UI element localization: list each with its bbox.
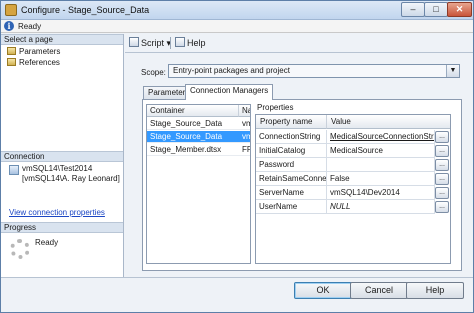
help-button[interactable]: Help [406,282,464,299]
column-header-name[interactable]: Name [239,105,250,117]
scope-value: Entry-point packages and project [173,66,290,75]
scope-dropdown[interactable]: Entry-point packages and project ▼ [168,64,460,78]
properties-grid[interactable]: Property name Value ConnectionString Med… [255,114,451,264]
ellipsis-button[interactable]: ... [435,173,449,185]
page-item-references[interactable]: References [7,58,60,68]
tab-connection-managers[interactable]: Connection Managers [185,84,274,100]
table-row-container[interactable]: Stage_Member.dtsx [147,144,239,156]
table-row-container-selected[interactable]: Stage_Source_Data [147,131,239,143]
progress-text: Ready [35,238,59,247]
cancel-button[interactable]: Cancel [350,282,408,299]
property-name[interactable]: UserName [256,200,327,214]
page-item-parameters[interactable]: Parameters [7,47,60,57]
column-header-value[interactable]: Value [327,115,450,129]
property-value[interactable] [327,158,435,172]
ssis-app-icon [5,4,17,16]
connection-header: Connection [1,151,123,162]
close-button[interactable]: ✕ [447,2,472,17]
property-name[interactable]: InitialCatalog [256,144,327,158]
property-value[interactable]: False [327,172,435,186]
property-value[interactable]: MedicalSourceConnectionString [327,130,435,144]
status-bar: i Ready [1,20,473,33]
footer-divider [1,277,473,278]
page-icon [7,47,16,55]
progress-header: Progress [1,222,123,233]
help-icon [175,37,185,47]
table-row-name[interactable]: vm [239,118,250,130]
ellipsis-button[interactable]: ... [435,187,449,199]
column-header-property-name[interactable]: Property name [256,115,327,129]
containers-grid[interactable]: Container Name Stage_Source_Data vm Stag… [146,104,251,264]
chevron-down-icon[interactable]: ▼ [446,65,459,77]
script-label: Script [141,38,165,48]
scope-label: Scope: [141,68,166,77]
minimize-button[interactable]: – [401,2,425,17]
toolbar-separator [170,37,171,49]
progress-spinner-icon [10,239,30,259]
ellipsis-button[interactable]: ... [435,201,449,213]
script-button[interactable]: Script ▾ [129,37,171,49]
property-name[interactable]: RetainSameConnec... [256,172,327,186]
property-name[interactable]: Password [256,158,327,172]
help-label: Help [187,38,206,48]
configure-dialog: Configure - Stage_Source_Data – □ ✕ i Re… [0,0,474,313]
column-header-container[interactable]: Container [147,105,239,117]
toolbar: Script ▾ Help [125,35,473,51]
window-title: Configure - Stage_Source_Data [21,5,150,15]
title-bar: Configure - Stage_Source_Data – □ ✕ [1,1,473,20]
view-connection-properties-link[interactable]: View connection properties [9,208,105,217]
property-value[interactable]: MedicalSource [327,144,435,158]
info-icon: i [4,21,14,31]
script-icon [129,37,139,47]
page-item-label: References [19,58,60,67]
help-toolbar-button[interactable]: Help [175,37,206,49]
select-page-header: Select a page [1,34,123,45]
maximize-button[interactable]: □ [424,2,448,17]
properties-label: Properties [257,103,294,112]
ellipsis-button[interactable]: ... [435,159,449,171]
page-icon [7,58,16,66]
property-name[interactable]: ConnectionString [256,130,327,144]
connection-server: vmSQL14\Test2014 [22,164,93,173]
property-name[interactable]: ServerName [256,186,327,200]
left-pane: Select a page Parameters References Conn… [1,34,124,278]
ok-button[interactable]: OK [294,282,352,299]
toolbar-divider [125,52,473,53]
property-value[interactable]: vmSQL14\Dev2014 [327,186,435,200]
ellipsis-button[interactable]: ... [435,131,449,143]
ellipsis-button[interactable]: ... [435,145,449,157]
table-row-name[interactable]: FF [239,144,250,156]
connection-user: [vmSQL14\A. Ray Leonard] [22,174,120,183]
table-row-name-selected[interactable]: vm [239,131,250,143]
server-icon [9,165,19,175]
table-row-container[interactable]: Stage_Source_Data [147,118,239,130]
property-value[interactable]: NULL [327,200,435,214]
page-item-label: Parameters [19,47,61,56]
status-text: Ready [18,22,42,31]
